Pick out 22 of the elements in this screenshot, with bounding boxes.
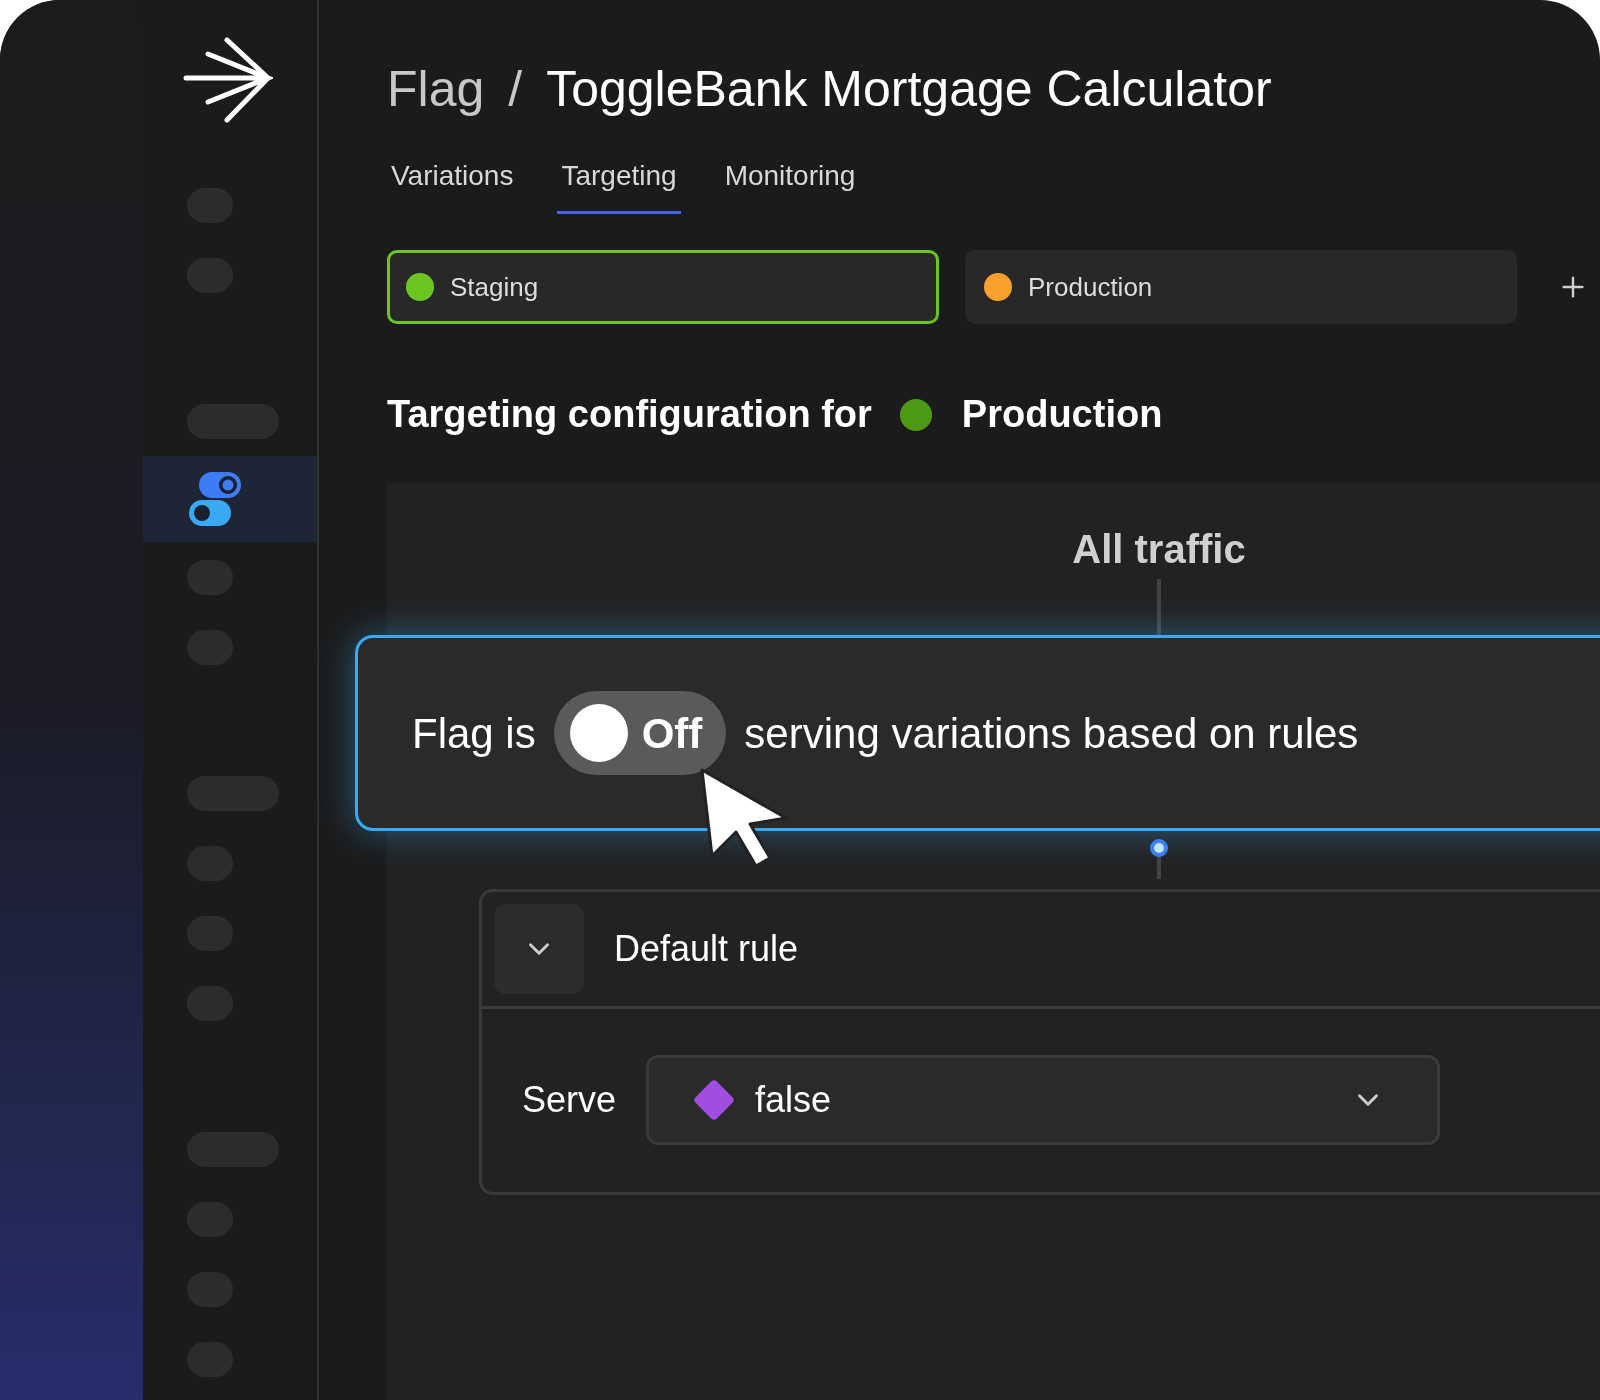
environment-tab[interactable]: Staging: [387, 250, 939, 324]
toggles-icon: [187, 470, 243, 528]
toggle-knob: [569, 704, 628, 762]
collapse-button[interactable]: [494, 904, 584, 994]
serve-label: Serve: [522, 1078, 617, 1122]
page-title: ToggleBank Mortgage Calculator: [546, 60, 1272, 119]
tab[interactable]: Variations: [387, 155, 518, 214]
tab[interactable]: Targeting: [557, 155, 681, 214]
rule-title: Default rule: [614, 927, 799, 971]
breadcrumb-parent[interactable]: Flag: [387, 52, 485, 127]
variation-select[interactable]: false: [646, 1055, 1441, 1145]
environment-name: Production: [961, 392, 1163, 437]
flag-toggle[interactable]: Off: [553, 691, 727, 775]
environment-tab[interactable]: Production: [965, 250, 1517, 324]
flag-status-description: serving variations based on rules: [744, 708, 1359, 759]
arrow-logo-icon: [183, 36, 273, 124]
section-heading: Targeting configuration for: [387, 392, 872, 437]
flag-status-label: Flag is: [412, 708, 536, 759]
tab[interactable]: Monitoring: [720, 155, 860, 214]
breadcrumb-separator: /: [508, 60, 523, 119]
all-traffic-label: All traffic: [1072, 526, 1246, 573]
sidebar-item[interactable]: [143, 456, 317, 542]
